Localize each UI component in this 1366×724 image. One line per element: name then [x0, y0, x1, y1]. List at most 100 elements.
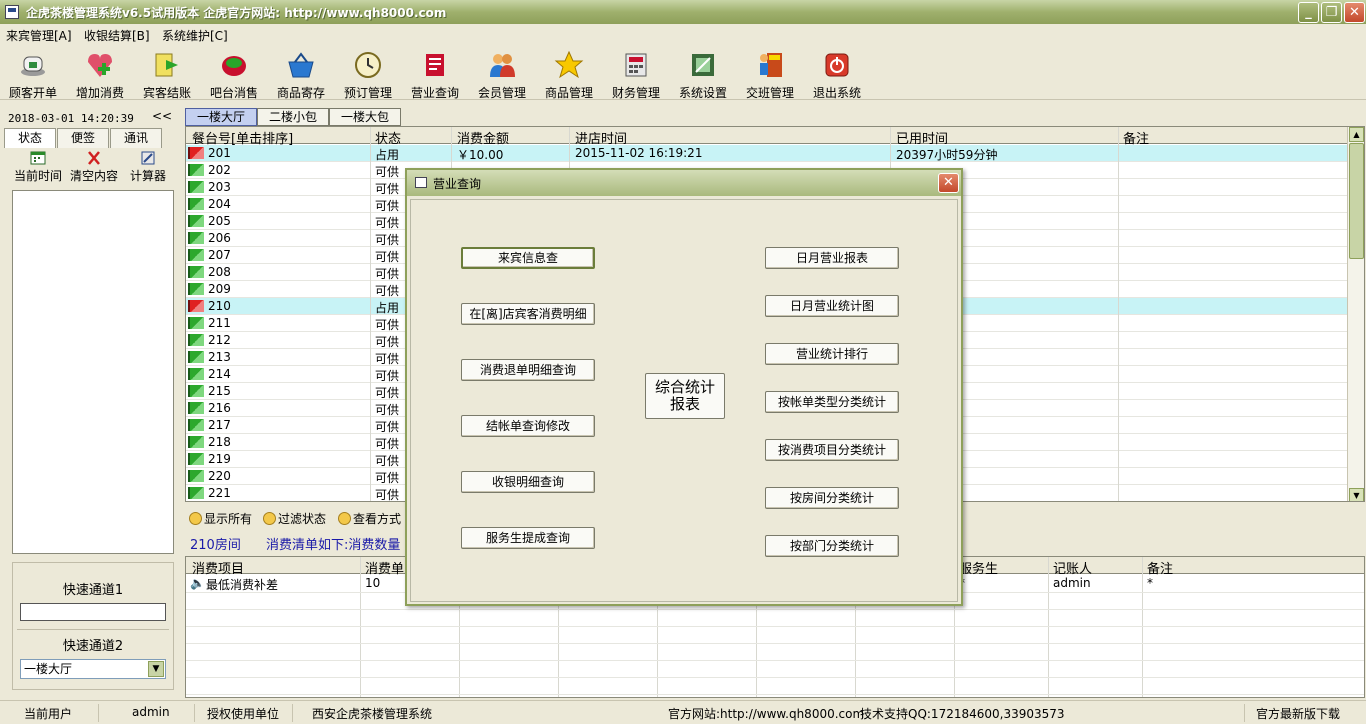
- tech-support: 技术支持QQ:172184600,33903573: [860, 707, 1065, 721]
- toolbar-label: 会员管理: [477, 86, 526, 100]
- cell-status: 可供: [375, 454, 400, 468]
- dialog-body: 来宾信息查 在[离]店宾客消费明细 消费退单明细查询 结帐单查询修改 收银明细查…: [410, 199, 958, 602]
- show-all-icon: [189, 512, 202, 525]
- guest-info-query-button[interactable]: 来宾信息查: [461, 247, 595, 269]
- cell-id: 219: [208, 452, 231, 466]
- grid-scrollbar[interactable]: ▲ ▼: [1347, 127, 1364, 501]
- tab-room-floor2-small[interactable]: 二楼小包: [257, 108, 329, 126]
- room-stats-button[interactable]: 按房间分类统计: [765, 487, 899, 509]
- scroll-up-icon[interactable]: ▲: [1349, 127, 1364, 142]
- clear-content-button[interactable]: 清空内容: [66, 150, 122, 184]
- chevron-down-icon[interactable]: ▼: [148, 661, 164, 677]
- cell-status: 可供: [375, 403, 400, 417]
- left-panel: 2018-03-01 14:20:39 << 状态 便签 通讯 当前时间 清空内…: [0, 104, 182, 698]
- menu-bar: 来宾管理[A] 收银结算[B] 系统维护[C]: [0, 24, 1366, 44]
- collapse-panel-button[interactable]: <<: [152, 109, 172, 123]
- col-detail-note[interactable]: 备注: [1147, 558, 1173, 577]
- summary-report-button[interactable]: 综合统计 报表: [645, 373, 725, 419]
- scroll-thumb[interactable]: [1349, 143, 1364, 259]
- cell-id: 207: [208, 248, 231, 262]
- menu-system[interactable]: 系统维护[C]: [162, 27, 228, 44]
- menu-cashier[interactable]: 收银结算[B]: [84, 27, 150, 44]
- available-flag-icon: [188, 249, 204, 261]
- toolbar-add-consumption-button[interactable]: 增加消费: [67, 48, 133, 100]
- toolbar-finance-button[interactable]: 财务管理: [603, 48, 669, 100]
- item-clerk: admin: [1053, 576, 1091, 590]
- quick1-input[interactable]: [20, 603, 166, 621]
- dialog-close-button[interactable]: ✕: [938, 173, 959, 193]
- add-consumption-icon: [88, 54, 112, 77]
- table-row[interactable]: 201 占用 ￥10.00 2015-11-02 16:19:21 20397小时59分…: [186, 145, 1348, 162]
- daily-monthly-report-button[interactable]: 日月营业报表: [765, 247, 899, 269]
- consumption-item-stats-button[interactable]: 按消费项目分类统计: [765, 439, 899, 461]
- toolbar-members-button[interactable]: 会员管理: [469, 48, 535, 100]
- toolbar-label: 交班管理: [745, 86, 794, 100]
- toolbar-goods-button[interactable]: 商品管理: [536, 48, 602, 100]
- view-mode-button[interactable]: 查看方式: [338, 510, 401, 527]
- cell-status: 可供: [375, 369, 400, 383]
- refund-detail-query-button[interactable]: 消费退单明细查询: [461, 359, 595, 381]
- window-title: 企虎茶楼管理系统v6.5试用版本 企虎官方网站: http://www.qh80…: [26, 6, 447, 20]
- current-time-button[interactable]: 当前时间: [10, 150, 66, 184]
- tab-room-floor1-hall[interactable]: 一楼大厅: [185, 108, 257, 126]
- cell-status: 可供: [375, 420, 400, 434]
- available-flag-icon: [188, 232, 204, 244]
- shift-exit-icon: [760, 53, 782, 77]
- menu-guest[interactable]: 来宾管理[A]: [6, 27, 72, 44]
- dialog-title: 营业查询: [433, 177, 482, 191]
- col-qty[interactable]: 消费单: [365, 558, 404, 577]
- cell-status: 可供: [375, 250, 400, 264]
- tab-contacts[interactable]: 通讯: [110, 128, 162, 148]
- toolbar-label: 预订管理: [343, 86, 392, 100]
- toolbar-shift-button[interactable]: 交班管理: [737, 48, 803, 100]
- notes-textarea[interactable]: [12, 190, 174, 554]
- cell-id: 204: [208, 197, 231, 211]
- toolbar-exit-button[interactable]: 退出系统: [804, 48, 870, 100]
- divider: [186, 660, 1364, 661]
- cell-status: 占用: [375, 301, 400, 315]
- bill-type-stats-button[interactable]: 按帐单类型分类统计: [765, 391, 899, 413]
- tab-status[interactable]: 状态: [4, 128, 56, 148]
- bill-query-edit-button[interactable]: 结帐单查询修改: [461, 415, 595, 437]
- scroll-down-icon[interactable]: ▼: [1349, 488, 1364, 501]
- guest-consumption-detail-button[interactable]: 在[离]店宾客消费明细: [461, 303, 595, 325]
- toolbar-label: 吧台消售: [209, 86, 258, 100]
- toolbar-open-order-button[interactable]: 顾客开单: [0, 48, 66, 100]
- restore-button[interactable]: ❐: [1321, 2, 1342, 23]
- cell-used: 20397小时59分钟: [896, 148, 998, 162]
- quick2-select[interactable]: 一楼大厅 ▼: [20, 659, 166, 679]
- cell-id: 218: [208, 435, 231, 449]
- waiter-commission-query-button[interactable]: 服务生提成查询: [461, 527, 595, 549]
- current-user: admin: [132, 705, 170, 719]
- toolbar-settings-button[interactable]: 系统设置: [670, 48, 736, 100]
- toolbar-checkout-button[interactable]: 宾客结账: [134, 48, 200, 100]
- show-all-label: 显示所有: [204, 512, 253, 526]
- department-stats-button[interactable]: 按部门分类统计: [765, 535, 899, 557]
- toolbar-bar-sale-button[interactable]: 吧台消售: [201, 48, 267, 100]
- show-all-button[interactable]: 显示所有: [189, 510, 252, 527]
- download-link[interactable]: 官方最新版下载: [1256, 705, 1340, 722]
- cashier-detail-query-button[interactable]: 收银明细查询: [461, 471, 595, 493]
- toolbar-storage-button[interactable]: 商品寄存: [268, 48, 334, 100]
- cell-status: 可供: [375, 352, 400, 366]
- cell-id: 203: [208, 180, 231, 194]
- tab-room-floor1-large[interactable]: 一楼大包: [329, 108, 401, 126]
- view-mode-label: 查看方式: [353, 512, 402, 526]
- toolbar-business-query-button[interactable]: 营业查询: [402, 48, 468, 100]
- bar-sale-icon: [222, 56, 246, 76]
- calculator-button[interactable]: 计算器: [120, 150, 176, 184]
- tea-cup-icon: [21, 56, 45, 76]
- col-waiter[interactable]: 服务生: [959, 558, 998, 577]
- close-window-button[interactable]: ✕: [1344, 2, 1365, 23]
- minimize-button[interactable]: _: [1298, 2, 1319, 23]
- toolbar-booking-button[interactable]: 预订管理: [335, 48, 401, 100]
- col-clerk[interactable]: 记账人: [1053, 558, 1092, 577]
- filter-status-button[interactable]: 过滤状态: [263, 510, 326, 527]
- divider: [186, 609, 1364, 610]
- business-ranking-button[interactable]: 营业统计排行: [765, 343, 899, 365]
- col-item[interactable]: 消费项目: [192, 558, 244, 577]
- tab-notes[interactable]: 便签: [57, 128, 109, 148]
- daily-monthly-chart-button[interactable]: 日月营业统计图: [765, 295, 899, 317]
- divider: [1118, 127, 1119, 501]
- business-query-dialog: 营业查询 ✕ 来宾信息查 在[离]店宾客消费明细 消费退单明细查询 结帐单查询修…: [405, 168, 963, 606]
